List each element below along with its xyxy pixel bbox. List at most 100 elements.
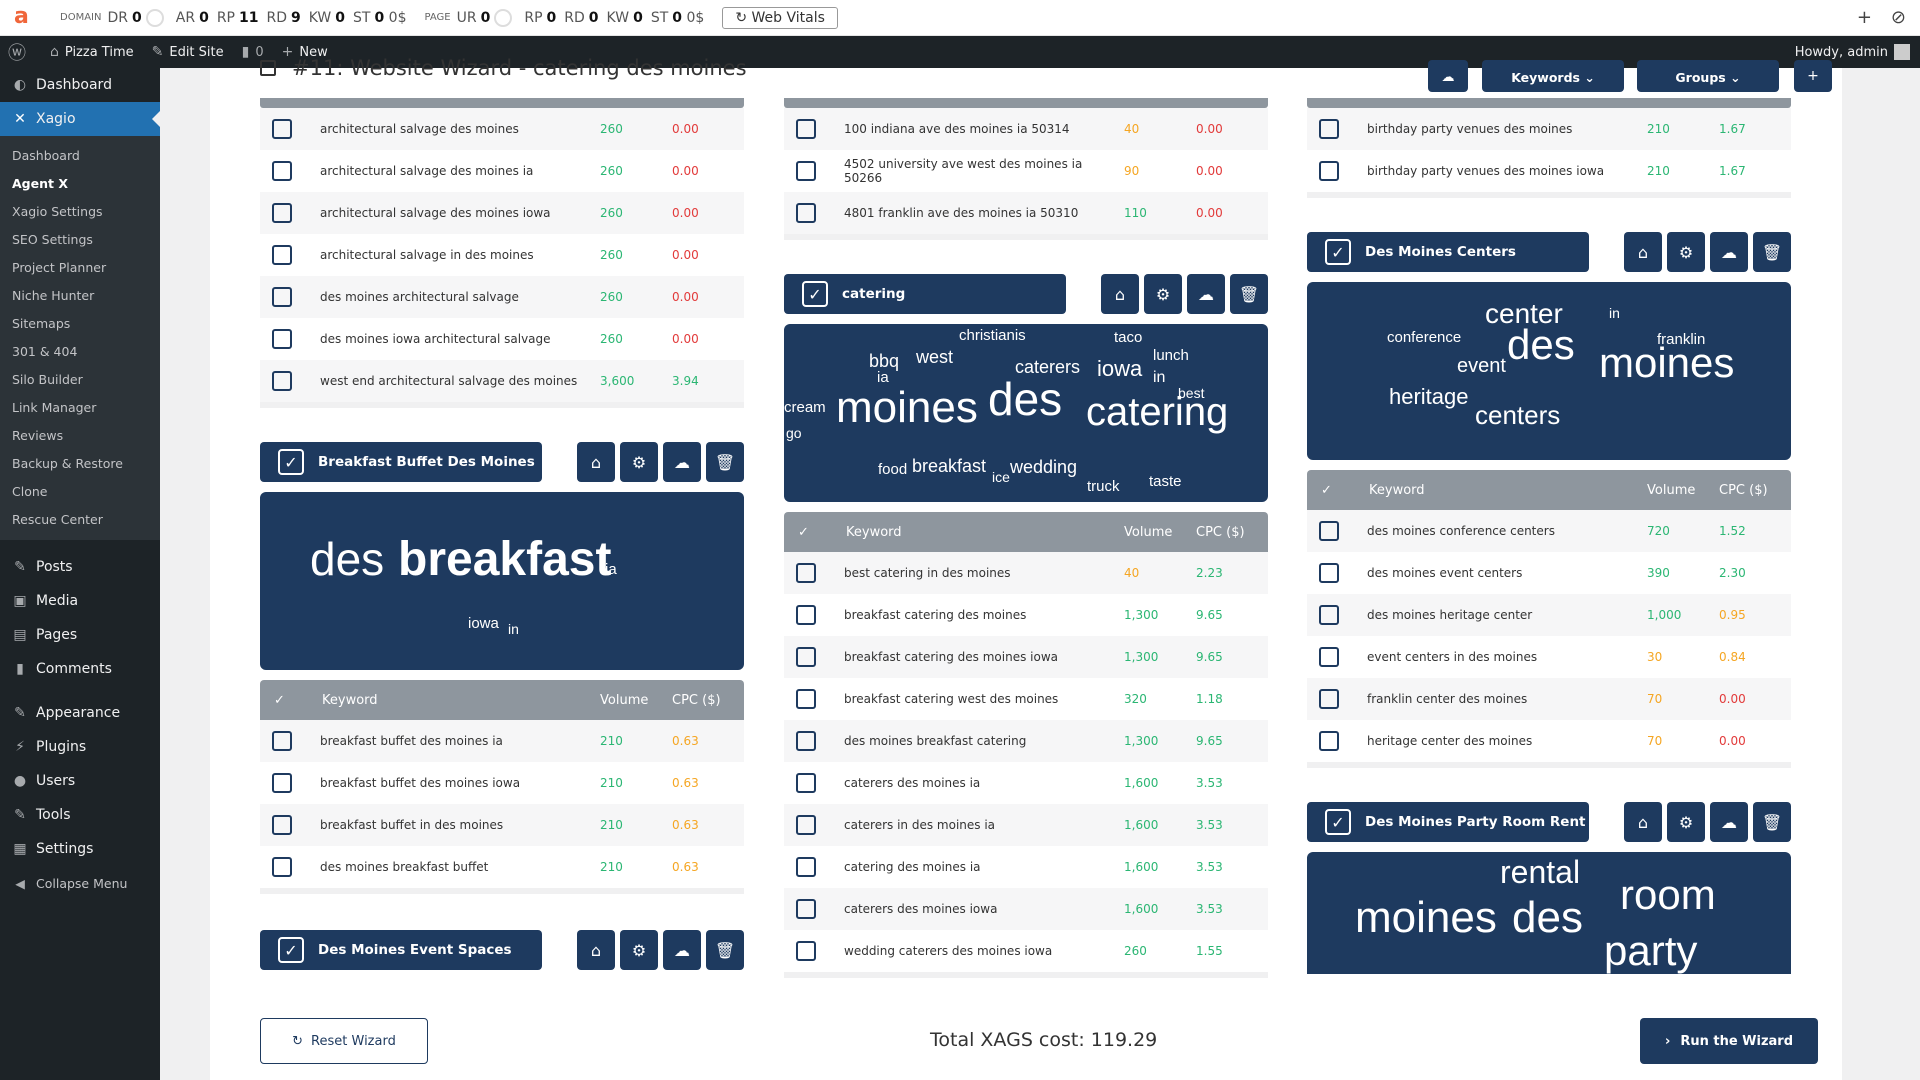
trash-icon[interactable]: 🗑 bbox=[1753, 802, 1791, 842]
block-icon[interactable]: ⊘ bbox=[1891, 7, 1906, 28]
row-checkbox[interactable] bbox=[1319, 521, 1339, 541]
row-checkbox[interactable] bbox=[272, 731, 292, 751]
row-checkbox[interactable] bbox=[796, 647, 816, 667]
submenu-sitemaps[interactable]: Sitemaps bbox=[0, 310, 160, 338]
row-checkbox[interactable] bbox=[1319, 647, 1339, 667]
account-menu[interactable]: Howdy, admin bbox=[1795, 44, 1910, 60]
add-group-button[interactable]: + bbox=[1794, 60, 1832, 92]
select-all-icon[interactable]: ✓ bbox=[274, 693, 294, 708]
row-checkbox[interactable] bbox=[1319, 689, 1339, 709]
row-checkbox[interactable] bbox=[796, 605, 816, 625]
groups-dropdown[interactable]: Groups ⌄ bbox=[1637, 60, 1779, 92]
group-name-badge[interactable]: ✓ Des Moines Party Room Rent bbox=[1307, 802, 1589, 842]
row-checkbox[interactable] bbox=[1319, 731, 1339, 751]
submenu-dashboard[interactable]: Dashboard bbox=[0, 142, 160, 170]
sidebar-item-media[interactable]: ▣ Media bbox=[0, 584, 160, 618]
row-checkbox[interactable] bbox=[796, 941, 816, 961]
row-checkbox[interactable] bbox=[796, 815, 816, 835]
select-all-icon[interactable]: ✓ bbox=[798, 525, 818, 540]
home-icon[interactable]: ⌂ bbox=[1624, 232, 1662, 272]
cloud-icon[interactable]: ☁ bbox=[663, 442, 701, 482]
submenu-301-404[interactable]: 301 & 404 bbox=[0, 338, 160, 366]
row-checkbox[interactable] bbox=[1319, 119, 1339, 139]
submenu-rescue-center[interactable]: Rescue Center bbox=[0, 506, 160, 534]
submenu-link-manager[interactable]: Link Manager bbox=[0, 394, 160, 422]
wordpress-logo-icon[interactable]: ⓦ bbox=[8, 39, 32, 65]
trash-icon[interactable]: 🗑 bbox=[1230, 274, 1268, 314]
row-checkbox[interactable] bbox=[272, 815, 292, 835]
submenu-project-planner[interactable]: Project Planner bbox=[0, 254, 160, 282]
sidebar-item-plugins[interactable]: ⚡ Plugins bbox=[0, 730, 160, 764]
trash-icon[interactable]: 🗑 bbox=[706, 930, 744, 970]
sidebar-item-dashboard[interactable]: ◐ Dashboard bbox=[0, 68, 160, 102]
submenu-clone[interactable]: Clone bbox=[0, 478, 160, 506]
group-name-badge[interactable]: ✓ catering bbox=[784, 274, 1066, 314]
gear-icon[interactable]: ⚙ bbox=[620, 930, 658, 970]
header-checkbox[interactable] bbox=[260, 60, 276, 76]
extension-logo-icon[interactable]: a bbox=[14, 5, 36, 29]
group-name-badge[interactable]: ✓ Des Moines Event Spaces bbox=[260, 930, 542, 970]
gear-icon[interactable]: ⚙ bbox=[620, 442, 658, 482]
row-checkbox[interactable] bbox=[796, 899, 816, 919]
group-name-badge[interactable]: ✓ Breakfast Buffet Des Moines bbox=[260, 442, 542, 482]
submenu-reviews[interactable]: Reviews bbox=[0, 422, 160, 450]
row-checkbox[interactable] bbox=[1319, 563, 1339, 583]
row-checkbox[interactable] bbox=[796, 563, 816, 583]
select-all-icon[interactable]: ✓ bbox=[1321, 483, 1341, 498]
row-checkbox[interactable] bbox=[272, 287, 292, 307]
reset-wizard-button[interactable]: ↻ Reset Wizard bbox=[260, 1018, 428, 1064]
row-checkbox[interactable] bbox=[796, 689, 816, 709]
sidebar-item-settings[interactable]: ▦ Settings bbox=[0, 832, 160, 866]
comments-link[interactable]: ▮ 0 bbox=[242, 44, 264, 60]
edit-site-link[interactable]: ✎ Edit Site bbox=[152, 44, 224, 60]
cloud-icon[interactable]: ☁ bbox=[1710, 232, 1748, 272]
sidebar-item-comments[interactable]: ▮ Comments bbox=[0, 652, 160, 686]
row-checkbox[interactable] bbox=[272, 245, 292, 265]
cloud-upload-button[interactable]: ☁ bbox=[1428, 60, 1468, 92]
run-wizard-button[interactable]: › Run the Wizard bbox=[1640, 1018, 1818, 1064]
trash-icon[interactable]: 🗑 bbox=[1753, 232, 1791, 272]
cloud-icon[interactable]: ☁ bbox=[1710, 802, 1748, 842]
gear-icon[interactable]: ⚙ bbox=[1667, 232, 1705, 272]
group-name-badge[interactable]: ✓ Des Moines Centers bbox=[1307, 232, 1589, 272]
cloud-icon[interactable]: ☁ bbox=[1187, 274, 1225, 314]
plus-icon[interactable]: + bbox=[1857, 7, 1872, 28]
submenu-niche-hunter[interactable]: Niche Hunter bbox=[0, 282, 160, 310]
home-icon[interactable]: ⌂ bbox=[1624, 802, 1662, 842]
row-checkbox[interactable] bbox=[796, 119, 816, 139]
gear-icon[interactable]: ⚙ bbox=[1667, 802, 1705, 842]
row-checkbox[interactable] bbox=[796, 857, 816, 877]
submenu-silo-builder[interactable]: Silo Builder bbox=[0, 366, 160, 394]
site-name-link[interactable]: ⌂ Pizza Time bbox=[50, 44, 134, 60]
keywords-dropdown[interactable]: Keywords ⌄ bbox=[1482, 60, 1624, 92]
sidebar-item-posts[interactable]: ✎ Posts bbox=[0, 550, 160, 584]
sidebar-item-tools[interactable]: ✎ Tools bbox=[0, 798, 160, 832]
row-checkbox[interactable] bbox=[272, 329, 292, 349]
submenu-xagio-settings[interactable]: Xagio Settings bbox=[0, 198, 160, 226]
row-checkbox[interactable] bbox=[272, 203, 292, 223]
row-checkbox[interactable] bbox=[1319, 605, 1339, 625]
gear-icon[interactable]: ⚙ bbox=[1144, 274, 1182, 314]
row-checkbox[interactable] bbox=[272, 119, 292, 139]
sidebar-item-users[interactable]: ● Users bbox=[0, 764, 160, 798]
submenu-agent-x[interactable]: Agent X bbox=[0, 170, 160, 198]
sidebar-item-appearance[interactable]: ✎ Appearance bbox=[0, 696, 160, 730]
row-checkbox[interactable] bbox=[796, 773, 816, 793]
home-icon[interactable]: ⌂ bbox=[1101, 274, 1139, 314]
row-checkbox[interactable] bbox=[272, 857, 292, 877]
submenu-backup-restore[interactable]: Backup & Restore bbox=[0, 450, 160, 478]
row-checkbox[interactable] bbox=[272, 773, 292, 793]
cloud-icon[interactable]: ☁ bbox=[663, 930, 701, 970]
row-checkbox[interactable] bbox=[796, 203, 816, 223]
sidebar-item-pages[interactable]: ▤ Pages bbox=[0, 618, 160, 652]
row-checkbox[interactable] bbox=[796, 161, 816, 181]
trash-icon[interactable]: 🗑 bbox=[706, 442, 744, 482]
web-vitals-button[interactable]: ↻ Web Vitals bbox=[722, 6, 838, 29]
home-icon[interactable]: ⌂ bbox=[577, 442, 615, 482]
sidebar-item-xagio[interactable]: ✕ Xagio bbox=[0, 102, 160, 136]
row-checkbox[interactable] bbox=[796, 731, 816, 751]
collapse-menu-button[interactable]: ◀ Collapse Menu bbox=[0, 866, 160, 900]
row-checkbox[interactable] bbox=[272, 371, 292, 391]
home-icon[interactable]: ⌂ bbox=[577, 930, 615, 970]
row-checkbox[interactable] bbox=[272, 161, 292, 181]
